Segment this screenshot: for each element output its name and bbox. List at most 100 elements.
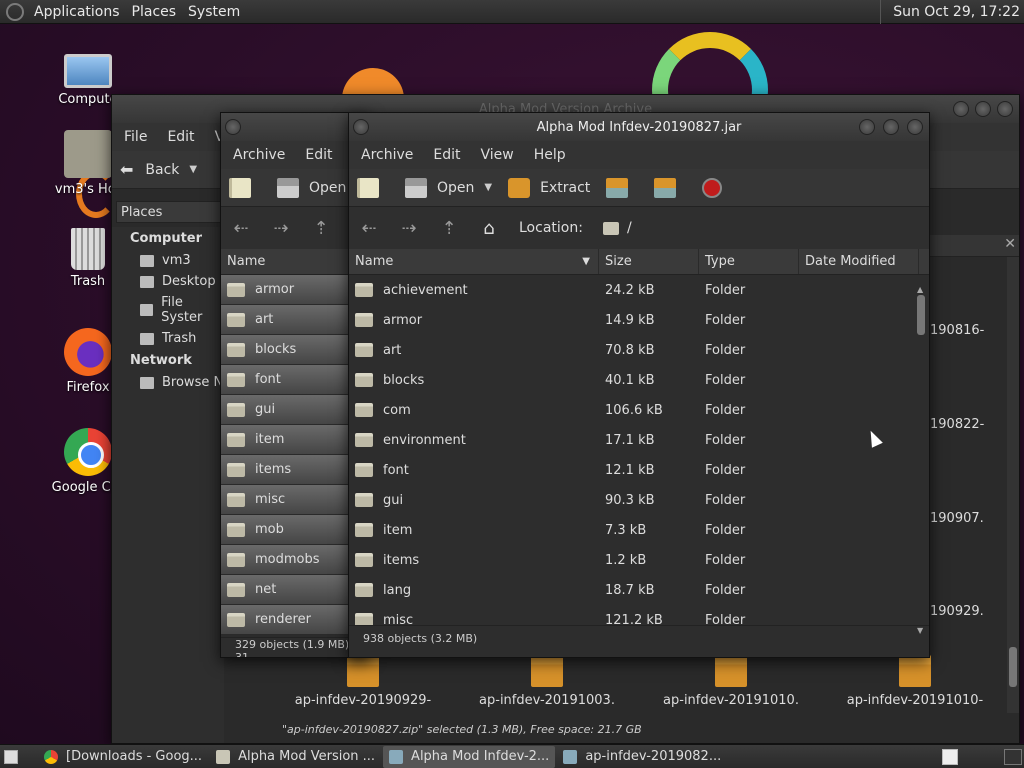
menu-view[interactable]: View: [471, 147, 524, 163]
list-item[interactable]: art: [221, 305, 369, 335]
scrollbar-thumb[interactable]: [1009, 647, 1017, 687]
menu-archive[interactable]: Archive: [351, 147, 423, 163]
table-row[interactable]: art 70.8 kB Folder: [349, 335, 929, 365]
open-button[interactable]: Open ▼: [397, 173, 500, 203]
minimize-button[interactable]: [953, 101, 969, 117]
show-desktop-icon[interactable]: [4, 749, 18, 764]
sidebar-item-trash[interactable]: Trash: [112, 328, 224, 349]
list-item[interactable]: mob: [221, 515, 369, 545]
add-files-button[interactable]: [598, 173, 646, 203]
extract-button[interactable]: Extract: [500, 173, 598, 203]
file-item[interactable]: ap-infdev-20191010.: [656, 655, 806, 708]
file-item[interactable]: ap-infdev-20191010-: [840, 655, 990, 708]
open-button[interactable]: Open: [269, 173, 354, 203]
forward-arrow-icon[interactable]: ⇢: [389, 218, 429, 239]
list-item[interactable]: font: [221, 365, 369, 395]
table-row[interactable]: com 106.6 kB Folder: [349, 395, 929, 425]
back-arrow-icon[interactable]: ⇠: [221, 218, 261, 239]
table-row[interactable]: armor 14.9 kB Folder: [349, 305, 929, 335]
sidebar-item-filesystem[interactable]: File Syster: [112, 292, 224, 328]
column-size[interactable]: Size: [599, 249, 699, 274]
menu-edit[interactable]: Edit: [423, 147, 470, 163]
table-row[interactable]: items 1.2 kB Folder: [349, 545, 929, 575]
close-button[interactable]: [907, 119, 923, 135]
column-name[interactable]: Name ▼: [349, 249, 599, 274]
list-item[interactable]: modmobs: [221, 545, 369, 575]
sidebar-item-desktop[interactable]: Desktop: [112, 271, 224, 292]
table-row[interactable]: environment 17.1 kB Folder: [349, 425, 929, 455]
taskbar-item-archive-infdev[interactable]: Alpha Mod Infdev-2...: [383, 745, 556, 768]
list-item[interactable]: blocks: [221, 335, 369, 365]
distro-logo-icon[interactable]: [6, 2, 24, 21]
archive-front-titlebar[interactable]: Alpha Mod Infdev-20190827.jar: [349, 113, 929, 141]
scrollbar-thumb[interactable]: [917, 295, 925, 335]
list-scrollbar[interactable]: ▲ ▼: [915, 285, 927, 635]
file-item[interactable]: ap-infdev-20191003.: [472, 655, 622, 708]
scroll-down-icon[interactable]: ▼: [917, 626, 923, 635]
home-icon[interactable]: ⌂: [469, 218, 509, 239]
list-item[interactable]: item: [221, 425, 369, 455]
taskbar-item-archive-ap[interactable]: ap-infdev-2019082...: [557, 746, 727, 768]
up-arrow-icon[interactable]: ⇡: [429, 218, 469, 239]
table-row[interactable]: font 12.1 kB Folder: [349, 455, 929, 485]
back-button[interactable]: ⬅ Back ▼: [112, 155, 205, 185]
list-item[interactable]: net: [221, 575, 369, 605]
list-item[interactable]: gui: [221, 395, 369, 425]
archive-window-front[interactable]: Alpha Mod Infdev-20190827.jar Archive Ed…: [348, 112, 930, 658]
maximize-button[interactable]: [883, 119, 899, 135]
places-dropdown[interactable]: Places: [116, 201, 226, 223]
scroll-up-icon[interactable]: ▲: [917, 285, 923, 294]
file-item-partial[interactable]: 190822-: [930, 417, 984, 432]
table-row[interactable]: lang 18.7 kB Folder: [349, 575, 929, 605]
menu-file[interactable]: File: [114, 129, 157, 145]
sidebar-item-vm3[interactable]: vm3: [112, 250, 224, 271]
file-view-scrollbar[interactable]: [1007, 257, 1019, 713]
menu-places[interactable]: Places: [126, 4, 183, 20]
sidebar-item-browse-network[interactable]: Browse N: [112, 372, 224, 393]
location-field[interactable]: /: [602, 220, 632, 236]
list-item[interactable]: renderer: [221, 605, 369, 635]
menu-help[interactable]: Help: [524, 147, 576, 163]
menu-system[interactable]: System: [182, 4, 246, 20]
new-archive-button[interactable]: [349, 173, 397, 203]
file-item[interactable]: ap-infdev-20190929-: [288, 655, 438, 708]
menu-applications[interactable]: Applications: [28, 4, 126, 20]
window-menu-button[interactable]: [225, 119, 241, 135]
back-history-dropdown-icon[interactable]: ▼: [189, 164, 197, 175]
workspace-switcher-icon[interactable]: [942, 749, 958, 765]
up-arrow-icon[interactable]: ⇡: [301, 218, 341, 239]
table-row[interactable]: gui 90.3 kB Folder: [349, 485, 929, 515]
table-row[interactable]: achievement 24.2 kB Folder: [349, 275, 929, 305]
list-item[interactable]: misc: [221, 485, 369, 515]
list-item[interactable]: items: [221, 455, 369, 485]
back-arrow-icon[interactable]: ⇠: [349, 218, 389, 239]
file-item-partial[interactable]: 190816-: [930, 323, 984, 338]
open-dropdown-icon[interactable]: ▼: [484, 182, 492, 193]
archive-back-titlebar[interactable]: [221, 113, 369, 141]
forward-arrow-icon[interactable]: ⇢: [261, 218, 301, 239]
file-item-partial[interactable]: 190929.: [930, 604, 984, 619]
column-date-modified[interactable]: Date Modified: [799, 249, 919, 274]
file-item-partial[interactable]: 190907.: [930, 511, 984, 526]
clock[interactable]: Sun Oct 29, 17:22: [880, 0, 1024, 24]
workspace-indicator-icon[interactable]: [1004, 749, 1022, 765]
close-tab-icon[interactable]: ✕: [1004, 236, 1016, 252]
taskbar-item-file-manager[interactable]: Alpha Mod Version ...: [210, 746, 381, 768]
table-row[interactable]: item 7.3 kB Folder: [349, 515, 929, 545]
close-button[interactable]: [997, 101, 1013, 117]
maximize-button[interactable]: [975, 101, 991, 117]
minimize-button[interactable]: [859, 119, 875, 135]
column-type[interactable]: Type: [699, 249, 799, 274]
stop-button[interactable]: [694, 173, 740, 203]
menu-edit[interactable]: Edit: [157, 129, 204, 145]
taskbar-item-downloads[interactable]: [Downloads - Goog...: [38, 746, 208, 768]
new-archive-button[interactable]: [221, 173, 269, 203]
menu-edit[interactable]: Edit: [295, 147, 342, 163]
list-item[interactable]: armor: [221, 275, 369, 305]
table-row[interactable]: misc 121.2 kB Folder: [349, 605, 929, 625]
add-folder-button[interactable]: [646, 173, 694, 203]
column-name[interactable]: Name: [221, 249, 369, 274]
menu-archive[interactable]: Archive: [223, 147, 295, 163]
table-row[interactable]: blocks 40.1 kB Folder: [349, 365, 929, 395]
window-menu-button[interactable]: [353, 119, 369, 135]
